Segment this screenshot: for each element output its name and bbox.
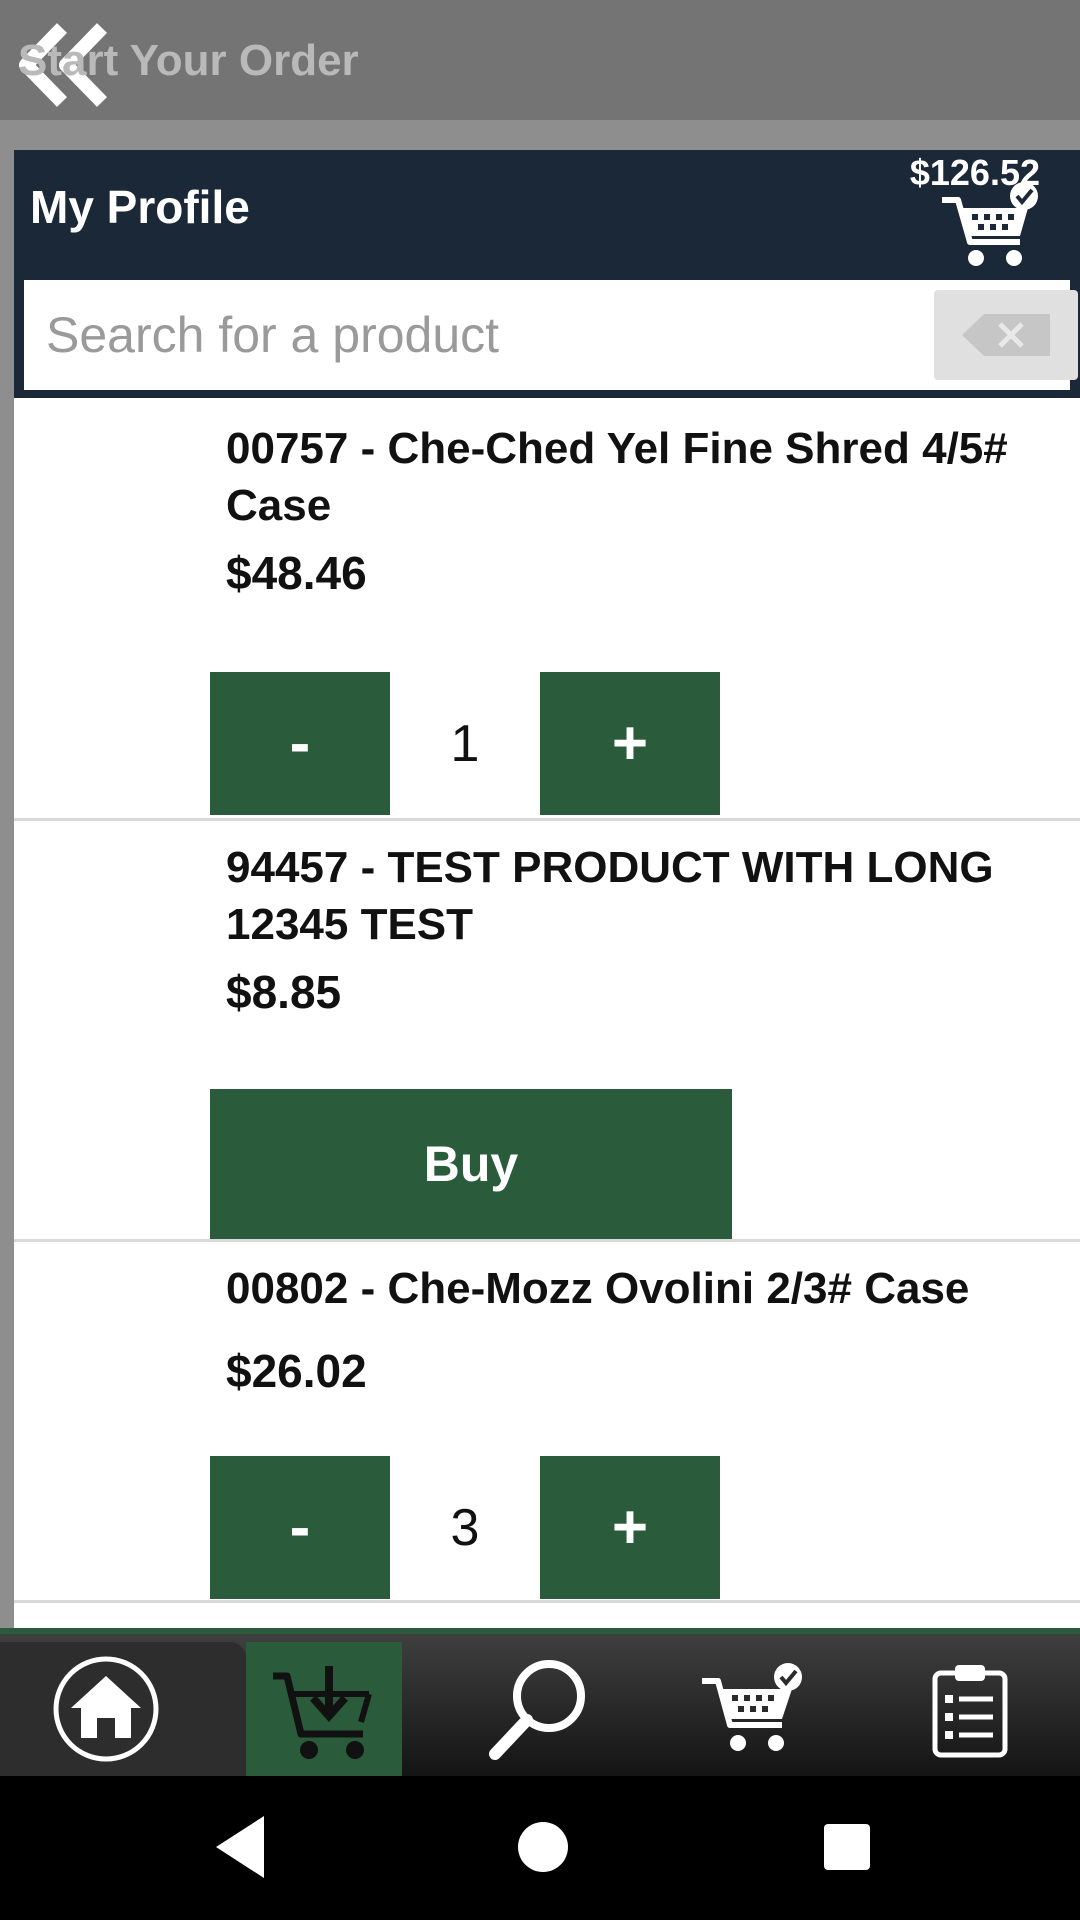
nav-item-cart[interactable] (670, 1642, 840, 1776)
product-item: 00757 - Che-Ched Yel Fine Shred 4/5# Cas… (14, 398, 1080, 821)
increment-button[interactable]: + (540, 1456, 720, 1599)
product-item: 00802 - Che-Mozz Ovolini 2/3# Case $26.0… (14, 1242, 1080, 1603)
quantity-value: 3 (450, 1498, 480, 1557)
app-bar-title: Start Your Order (18, 36, 359, 85)
profile-title: My Profile (30, 181, 250, 233)
cart-check-icon[interactable] (940, 180, 1040, 270)
bottom-nav (0, 1634, 1080, 1776)
backspace-clear-icon (962, 314, 1050, 356)
quantity-value: 1 (450, 714, 480, 773)
home-icon (53, 1656, 159, 1762)
increment-button[interactable]: + (540, 672, 720, 815)
buy-button[interactable]: Buy (210, 1089, 732, 1239)
product-price: $26.02 (226, 1345, 367, 1397)
recents-square-icon[interactable] (812, 1812, 882, 1887)
product-name: 94457 - TEST PRODUCT WITH LONG 12345 TES… (226, 843, 994, 949)
search-box (24, 280, 1078, 390)
nav-item-home[interactable] (0, 1642, 212, 1776)
nav-item-search[interactable] (460, 1642, 620, 1776)
divider-bar (0, 120, 1080, 150)
product-price: $8.85 (226, 966, 342, 1018)
decrement-button[interactable]: - (210, 1456, 390, 1599)
nav-item-order[interactable] (246, 1642, 402, 1776)
product-name: 00757 - Che-Ched Yel Fine Shred 4/5# Cas… (226, 424, 1008, 530)
app-bar: Start Your Order (0, 0, 1080, 120)
product-item: 94457 - TEST PRODUCT WITH LONG 12345 TES… (14, 821, 1080, 1242)
profile-header: My Profile $126.52 (14, 150, 1080, 398)
decrement-button[interactable]: - (210, 672, 390, 815)
search-input[interactable] (24, 280, 924, 390)
product-name: 00802 - Che-Mozz Ovolini 2/3# Case (226, 1264, 970, 1313)
cart-download-icon (273, 1666, 372, 1759)
search-icon (489, 1660, 585, 1760)
cart-check-icon (702, 1663, 802, 1751)
product-price: $48.46 (226, 547, 367, 599)
home-circle-icon[interactable] (508, 1812, 578, 1887)
nav-item-orders[interactable] (900, 1642, 1040, 1776)
clipboard-list-icon (932, 1665, 1008, 1758)
product-panel: My Profile $126.52 Search for a product … (14, 150, 1080, 1628)
system-nav-bar (0, 1776, 1080, 1920)
search-clear-button[interactable] (934, 290, 1078, 380)
back-triangle-icon[interactable] (212, 1812, 272, 1887)
